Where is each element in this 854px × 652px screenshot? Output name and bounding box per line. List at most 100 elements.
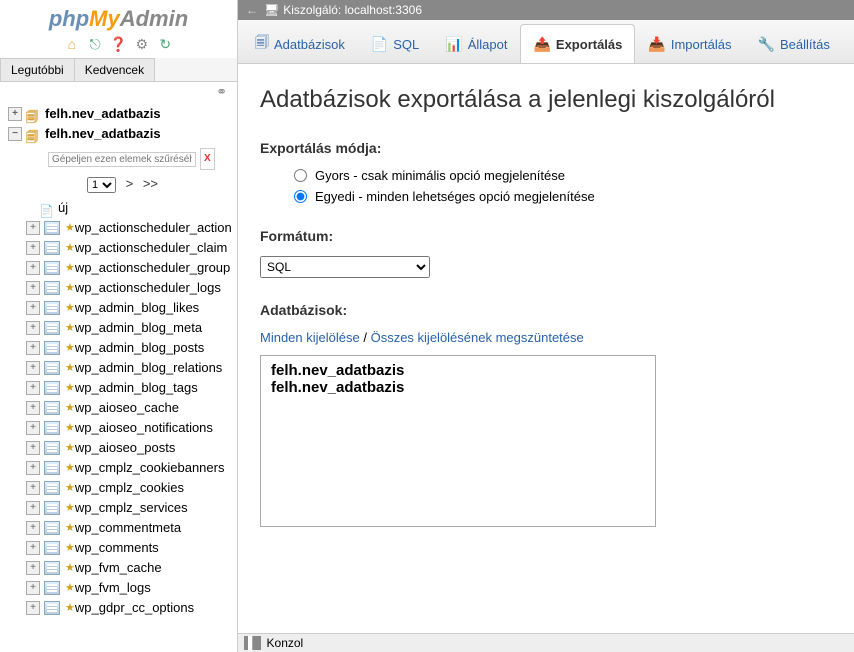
table-node[interactable]: + ★ wp_gdpr_cc_options <box>26 598 237 618</box>
logo[interactable]: phpMyAdmin <box>0 0 237 34</box>
page-next[interactable]: > <box>126 176 134 191</box>
select-all-link[interactable]: Minden kijelölése <box>260 330 360 345</box>
favorite-icon[interactable]: ★ <box>65 558 75 578</box>
expand-icon[interactable]: + <box>26 321 40 335</box>
link-icon[interactable]: ⚭ <box>0 82 237 102</box>
tab-status[interactable]: 📊Állapot <box>432 24 520 63</box>
table-label[interactable]: wp_cmplz_cookiebanners <box>75 458 225 478</box>
table-node[interactable]: + ★ wp_actionscheduler_action <box>26 218 237 238</box>
expand-icon[interactable]: + <box>26 461 40 475</box>
radio-custom[interactable] <box>294 190 307 203</box>
expand-icon[interactable]: + <box>26 561 40 575</box>
expand-icon[interactable]: + <box>26 421 40 435</box>
expand-icon[interactable]: + <box>26 301 40 315</box>
favorite-icon[interactable]: ★ <box>65 478 75 498</box>
favorite-icon[interactable]: ★ <box>65 378 75 398</box>
expand-icon[interactable]: + <box>26 601 40 615</box>
favorite-icon[interactable]: ★ <box>65 438 75 458</box>
expand-icon[interactable]: + <box>26 241 40 255</box>
expand-icon[interactable]: + <box>26 481 40 495</box>
table-node[interactable]: +★ wp_actionscheduler_claim <box>26 238 237 258</box>
table-node[interactable]: +★ wp_cmplz_services <box>26 498 237 518</box>
table-label[interactable]: wp_actionscheduler_claim <box>75 238 227 258</box>
favorite-icon[interactable]: ★ <box>65 258 75 278</box>
console-toggle-icon[interactable]: ▌ <box>244 636 261 650</box>
db-node-1[interactable]: + felh.nev_adatbazis <box>8 104 237 124</box>
table-node[interactable]: +★ wp_admin_blog_relations <box>26 358 237 378</box>
favorite-icon[interactable]: ★ <box>65 598 75 618</box>
table-label[interactable]: wp_admin_blog_relations <box>75 358 222 378</box>
tab-import[interactable]: 📥Importálás <box>635 24 744 63</box>
table-node[interactable]: + ★ wp_commentmeta <box>26 518 237 538</box>
favorite-icon[interactable]: ★ <box>65 418 75 438</box>
filter-input[interactable] <box>48 152 196 167</box>
reload-icon[interactable]: ↻ <box>156 36 174 54</box>
docs-icon[interactable]: ❓ <box>110 36 128 54</box>
table-label[interactable]: wp_fvm_cache <box>75 558 162 578</box>
expand-icon[interactable]: + <box>26 401 40 415</box>
favorite-icon[interactable]: ★ <box>65 518 75 538</box>
expand-icon[interactable]: + <box>26 541 40 555</box>
table-label[interactable]: wp_comments <box>75 538 159 558</box>
tab-settings[interactable]: 🔧Beállítás <box>745 24 843 63</box>
table-node[interactable]: + ★ wp_admin_blog_tags <box>26 378 237 398</box>
new-node[interactable]: új <box>26 198 237 218</box>
favorite-icon[interactable]: ★ <box>65 358 75 378</box>
favorite-icon[interactable]: ★ <box>65 578 75 598</box>
expand-icon[interactable]: + <box>26 521 40 535</box>
expand-icon[interactable]: + <box>26 441 40 455</box>
db-node-2[interactable]: − felh.nev_adatbazis <box>8 124 237 144</box>
tab-export[interactable]: 📤Exportálás <box>520 24 635 63</box>
table-label[interactable]: wp_gdpr_cc_options <box>75 598 194 618</box>
table-node[interactable]: + ★ wp_cmplz_cookiebanners <box>26 458 237 478</box>
console-label[interactable]: Konzol <box>267 636 304 650</box>
table-node[interactable]: + ★ wp_aioseo_notifications <box>26 418 237 438</box>
expand-icon[interactable]: + <box>26 281 40 295</box>
tab-favorites[interactable]: Kedvencek <box>74 58 155 81</box>
radio-quick[interactable] <box>294 169 307 182</box>
expand-icon[interactable]: + <box>26 381 40 395</box>
table-node[interactable]: + ★ wp_admin_blog_likes <box>26 298 237 318</box>
table-node[interactable]: + ★ wp_aioseo_posts <box>26 438 237 458</box>
table-label[interactable]: wp_actionscheduler_action <box>75 218 232 238</box>
format-select[interactable]: SQL <box>260 256 430 278</box>
expand-icon[interactable]: + <box>26 261 40 275</box>
expand-icon[interactable]: + <box>26 341 40 355</box>
favorite-icon[interactable]: ★ <box>65 218 75 238</box>
tab-sql[interactable]: 📄SQL <box>358 24 432 63</box>
page-last[interactable]: >> <box>143 176 158 191</box>
table-label[interactable]: wp_cmplz_services <box>75 498 188 518</box>
table-node[interactable]: + ★ wp_fvm_cache <box>26 558 237 578</box>
database-listbox[interactable]: felh.nev_adatbazis felh.nev_adatbazis <box>260 355 656 527</box>
table-label[interactable]: wp_admin_blog_likes <box>75 298 199 318</box>
favorite-icon[interactable]: ★ <box>65 318 75 338</box>
server-label[interactable]: Kiszolgáló: localhost:3306 <box>283 3 422 17</box>
table-label[interactable]: wp_aioseo_posts <box>75 438 175 458</box>
home-icon[interactable]: ⌂ <box>63 36 81 54</box>
table-node[interactable]: +★ wp_fvm_logs <box>26 578 237 598</box>
table-label[interactable]: wp_aioseo_notifications <box>75 418 213 438</box>
table-label[interactable]: wp_admin_blog_tags <box>75 378 198 398</box>
db-option-0[interactable]: felh.nev_adatbazis <box>269 362 647 379</box>
favorite-icon[interactable]: ★ <box>65 298 75 318</box>
table-label[interactable]: wp_admin_blog_meta <box>75 318 202 338</box>
favorite-icon[interactable]: ★ <box>65 398 75 418</box>
expand-icon[interactable]: + <box>8 107 22 121</box>
table-label[interactable]: wp_actionscheduler_logs <box>75 278 221 298</box>
table-node[interactable]: +★ wp_actionscheduler_group <box>26 258 237 278</box>
table-node[interactable]: + ★ wp_cmplz_cookies <box>26 478 237 498</box>
favorite-icon[interactable]: ★ <box>65 278 75 298</box>
nav-back-icon[interactable]: ← <box>246 3 258 17</box>
table-node[interactable]: +★ wp_comments <box>26 538 237 558</box>
table-node[interactable]: +★ wp_aioseo_cache <box>26 398 237 418</box>
clear-filter-icon[interactable]: X <box>200 148 215 170</box>
favorite-icon[interactable]: ★ <box>65 458 75 478</box>
table-label[interactable]: wp_admin_blog_posts <box>75 338 204 358</box>
table-label[interactable]: wp_cmplz_cookies <box>75 478 184 498</box>
db-option-1[interactable]: felh.nev_adatbazis <box>269 379 647 396</box>
deselect-all-link[interactable]: Összes kijelölésének megszüntetése <box>371 330 584 345</box>
table-label[interactable]: wp_commentmeta <box>75 518 181 538</box>
radio-custom-label[interactable]: Egyedi - minden lehetséges opció megjele… <box>315 189 595 204</box>
favorite-icon[interactable]: ★ <box>65 498 75 518</box>
expand-icon[interactable]: + <box>26 221 40 235</box>
